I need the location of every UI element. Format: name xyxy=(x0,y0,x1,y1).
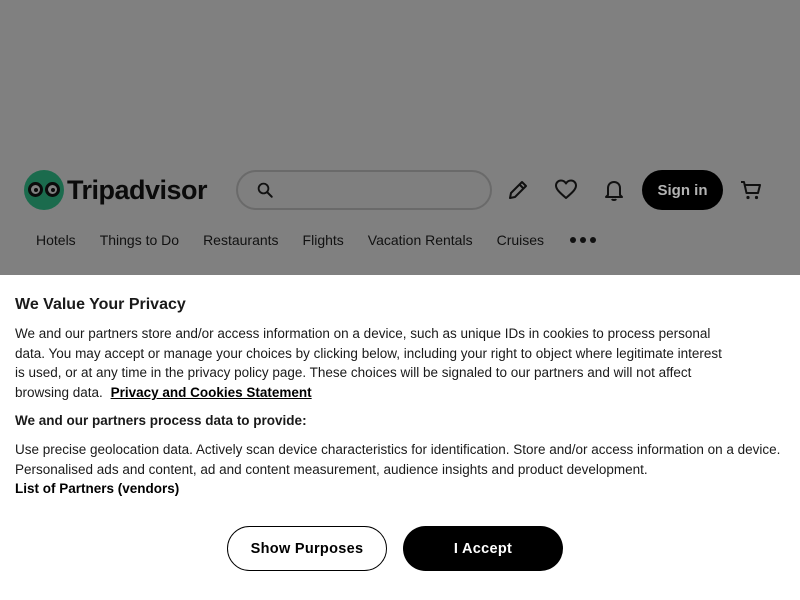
owl-logo-icon xyxy=(24,170,64,210)
search-icon xyxy=(257,182,273,198)
bell-icon[interactable] xyxy=(602,178,626,202)
pencil-icon[interactable] xyxy=(506,178,530,202)
consent-subheading: We and our partners process data to prov… xyxy=(15,413,307,428)
search-input[interactable] xyxy=(236,170,492,210)
nav-item-hotels[interactable]: Hotels xyxy=(24,228,88,252)
consent-purposes-text: Use precise geolocation data. Actively s… xyxy=(15,442,781,477)
show-purposes-button[interactable]: Show Purposes xyxy=(227,526,387,571)
accept-button[interactable]: I Accept xyxy=(403,526,563,571)
more-dots-icon[interactable] xyxy=(570,237,597,243)
privacy-policy-link[interactable]: Privacy and Cookies Statement xyxy=(111,385,312,400)
consent-body: We and our partners store and/or access … xyxy=(15,324,735,402)
sign-in-button[interactable]: Sign in xyxy=(642,170,723,210)
tripadvisor-logo[interactable]: Tripadvisor xyxy=(24,170,208,210)
heart-icon[interactable] xyxy=(554,178,578,202)
nav-item-cruises[interactable]: Cruises xyxy=(485,228,556,252)
nav-item-things-to-do[interactable]: Things to Do xyxy=(88,228,191,252)
nav-item-vacation-rentals[interactable]: Vacation Rentals xyxy=(356,228,485,252)
nav-item-flights[interactable]: Flights xyxy=(291,228,356,252)
page-overlay-top xyxy=(0,0,800,160)
site-header: Tripadvisor Sign in Hotels Things to Do … xyxy=(0,160,800,275)
privacy-consent-dialog: We Value Your Privacy We and our partner… xyxy=(0,275,800,600)
logo-text: Tripadvisor xyxy=(67,174,208,205)
consent-title: We Value Your Privacy xyxy=(15,296,186,313)
nav-item-restaurants[interactable]: Restaurants xyxy=(191,228,290,252)
cart-icon[interactable] xyxy=(739,178,763,202)
main-nav: Hotels Things to Do Restaurants Flights … xyxy=(24,226,597,254)
partners-list-link[interactable]: List of Partners (vendors) xyxy=(15,481,179,496)
